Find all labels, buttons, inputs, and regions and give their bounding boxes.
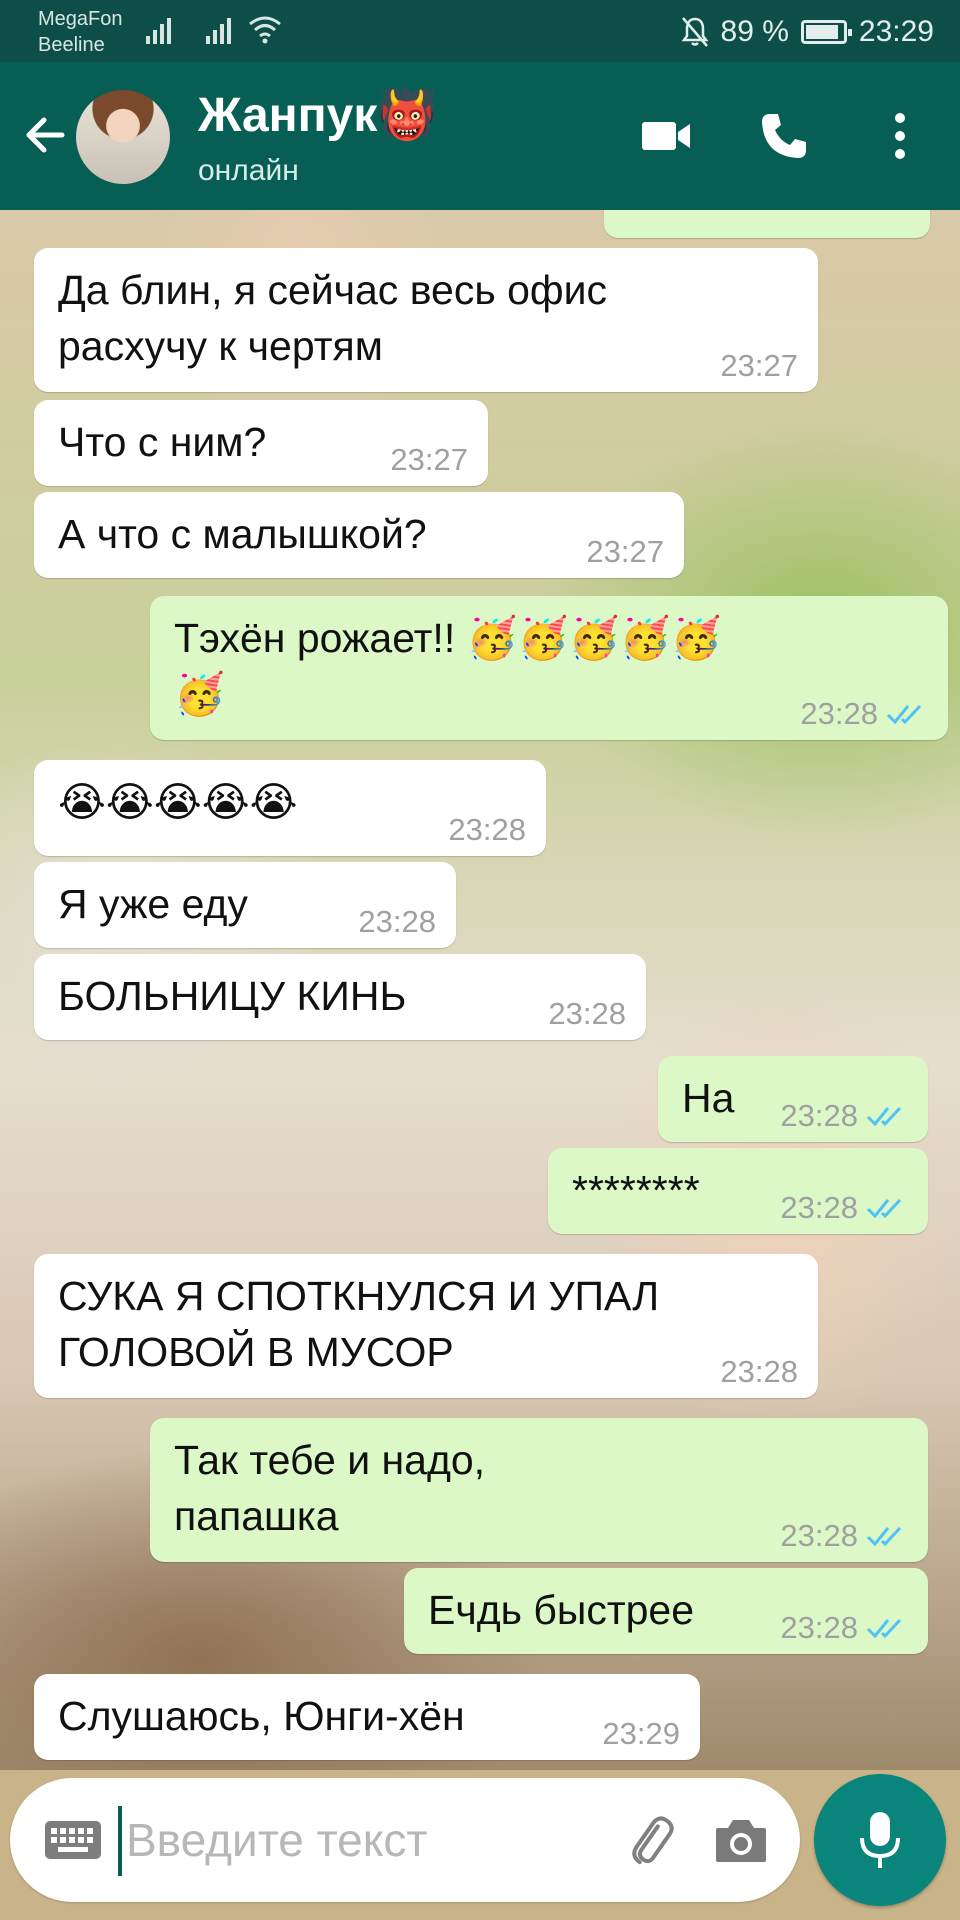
read-ticks-icon xyxy=(866,1198,902,1219)
back-arrow-icon[interactable] xyxy=(18,108,72,162)
clock: 23:29 xyxy=(858,15,934,48)
message-time: 23:28 xyxy=(720,1354,798,1389)
read-ticks-icon xyxy=(886,704,922,725)
phone-call-icon[interactable] xyxy=(756,108,812,164)
chat-header: Жанпук👹 онлайн xyxy=(0,62,960,210)
message-time: 23:27 xyxy=(390,442,468,477)
message-bubble-outgoing[interactable]: Так тебе и надо, папашка 23:28 xyxy=(150,1418,928,1562)
message-bubble-outgoing[interactable]: На 23:28 xyxy=(658,1056,928,1142)
message-time: 23:28 xyxy=(548,996,626,1031)
message-text: Да блин, я сейчас весь офис расхучу к че… xyxy=(58,267,608,369)
contact-name[interactable]: Жанпук👹 xyxy=(198,86,437,143)
read-ticks-icon xyxy=(866,1106,902,1127)
message-text: А что с малышкой? xyxy=(58,511,427,557)
keyboard-icon[interactable] xyxy=(44,1820,102,1860)
message-time: 23:28 xyxy=(780,1610,858,1645)
message-input[interactable] xyxy=(126,1802,596,1878)
camera-icon[interactable] xyxy=(714,1816,768,1864)
message-bubble-incoming[interactable]: Слушаюсь, Юнги-хён 23:29 xyxy=(34,1674,700,1760)
message-text: Слушаюсь, Юнги-хён xyxy=(58,1693,465,1739)
carrier-2: Beeline xyxy=(38,34,105,56)
more-vert-icon[interactable] xyxy=(872,108,928,164)
message-bubble-partial xyxy=(604,210,930,238)
mute-icon xyxy=(681,17,709,47)
carrier-1: MegaFon xyxy=(38,8,123,30)
chat-background: Да блин, я сейчас весь офис расхучу к че… xyxy=(0,210,960,1770)
battery-icon xyxy=(800,20,852,44)
message-bubble-outgoing[interactable]: ******** 23:28 xyxy=(548,1148,928,1234)
carrier-names: MegaFon Beeline xyxy=(38,6,123,58)
message-bubble-outgoing[interactable]: Ечдь быстрее 23:28 xyxy=(404,1568,928,1654)
message-time: 23:28 xyxy=(780,1190,858,1225)
message-time: 23:28 xyxy=(448,812,526,847)
message-bubble-incoming[interactable]: 😭😭😭😭😭 23:28 xyxy=(34,760,546,856)
message-bubble-outgoing[interactable]: Тэхён рожает!! 🥳🥳🥳🥳🥳 🥳 23:28 xyxy=(150,596,948,740)
message-bubble-incoming[interactable]: Я уже еду 23:28 xyxy=(34,862,456,948)
signal-icon xyxy=(146,14,171,44)
avatar[interactable] xyxy=(76,90,170,184)
message-time: 23:27 xyxy=(586,534,664,569)
wifi-icon xyxy=(249,16,281,44)
read-ticks-icon xyxy=(866,1618,902,1639)
message-bubble-incoming[interactable]: А что с малышкой? 23:27 xyxy=(34,492,684,578)
status-right: 89 % 23:29 xyxy=(681,14,934,50)
message-time: 23:28 xyxy=(780,1098,858,1133)
message-time: 23:28 xyxy=(800,696,878,731)
microphone-button[interactable] xyxy=(814,1774,946,1906)
message-bubble-incoming[interactable]: Что с ним? 23:27 xyxy=(34,400,488,486)
message-time: 23:27 xyxy=(720,348,798,383)
message-text: БОЛЬНИЦУ КИНЬ xyxy=(58,973,407,1019)
battery-percent: 89 % xyxy=(720,15,789,48)
message-bubble-incoming[interactable]: СУКА Я СПОТКНУЛСЯ И УПАЛ ГОЛОВОЙ В МУСОР… xyxy=(34,1254,818,1398)
message-bubble-incoming[interactable]: БОЛЬНИЦУ КИНЬ 23:28 xyxy=(34,954,646,1040)
read-ticks-icon xyxy=(866,1526,902,1547)
contact-status: онлайн xyxy=(198,154,299,187)
message-bubble-incoming[interactable]: Да блин, я сейчас весь офис расхучу к че… xyxy=(34,248,818,392)
attach-icon[interactable] xyxy=(622,1812,678,1868)
message-time: 23:28 xyxy=(358,904,436,939)
message-time: 23:28 xyxy=(780,1518,858,1553)
message-time: 23:29 xyxy=(602,1716,680,1751)
status-bar: MegaFon Beeline 89 % 23:29 xyxy=(0,0,960,62)
microphone-icon xyxy=(860,1812,900,1868)
video-call-icon[interactable] xyxy=(638,108,694,164)
signal-icon xyxy=(206,14,231,44)
message-composer xyxy=(10,1778,800,1902)
text-cursor xyxy=(118,1806,122,1876)
message-text: СУКА Я СПОТКНУЛСЯ И УПАЛ ГОЛОВОЙ В МУСОР xyxy=(58,1273,660,1375)
